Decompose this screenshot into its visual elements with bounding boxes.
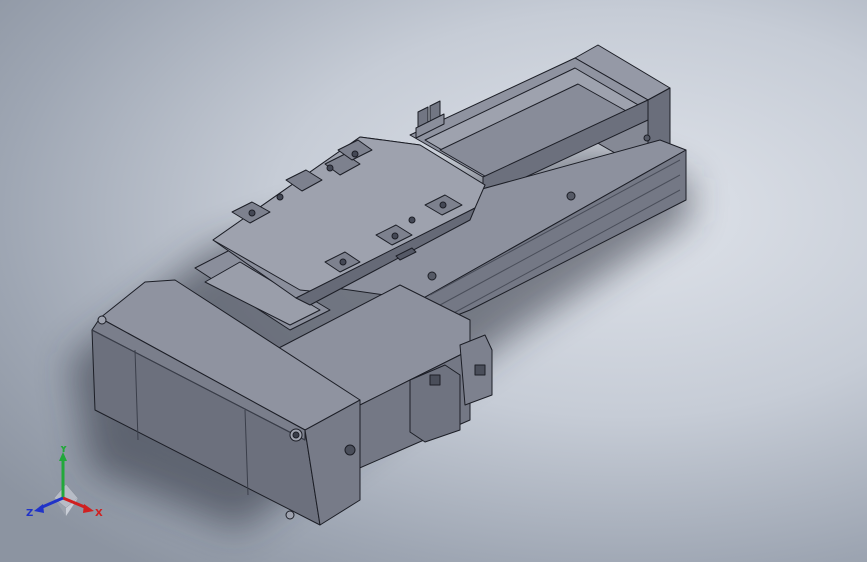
view-orientation-triad[interactable]: Y X Z [24, 444, 108, 530]
z-axis-arrowhead [34, 504, 44, 513]
y-axis-label: Y [59, 446, 68, 455]
3d-model-linear-actuator[interactable] [0, 0, 867, 562]
z-axis-label: Z [26, 508, 33, 519]
actuator-assembly[interactable] [91, 44, 687, 526]
x-axis-label: X [95, 508, 103, 519]
x-axis-arrowhead [83, 504, 94, 513]
graphics-viewport[interactable]: Y X Z [0, 0, 867, 562]
